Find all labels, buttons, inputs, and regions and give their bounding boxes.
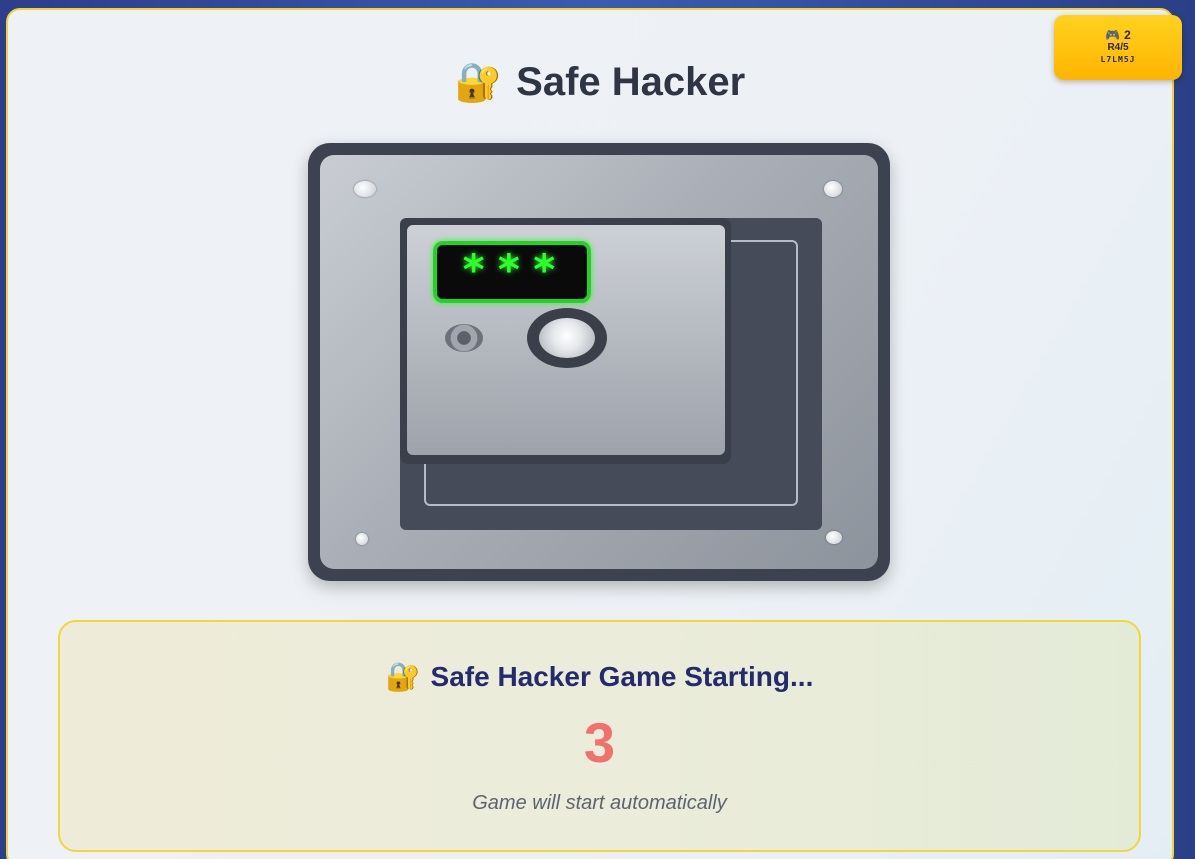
status-subtitle: Game will start automatically [472, 792, 727, 814]
status-panel: 🔐 Safe Hacker Game Starting... 3 Game wi… [58, 620, 1141, 852]
safe-face: *** [320, 155, 878, 569]
status-title-text: Safe Hacker Game Starting... [430, 660, 814, 692]
bolt-top-right [824, 181, 842, 197]
status-title: 🔐 Safe Hacker Game Starting... [60, 660, 1139, 693]
safe-door-panel: *** [407, 225, 725, 455]
safe-dial[interactable] [527, 308, 607, 368]
game-controller-icon: 🎮 [1105, 28, 1121, 42]
page-title: 🔐 Safe Hacker [8, 60, 1172, 105]
lock-with-key-icon: 🔐 [385, 661, 421, 692]
countdown-number: 3 [583, 711, 616, 774]
bolt-top-left [354, 181, 376, 197]
game-card: 🔐 Safe Hacker *** 🔐 Safe Hacker Game Sta… [6, 8, 1174, 859]
room-badge[interactable]: 🎮 2 R4/5 L7LM5J [1054, 15, 1182, 80]
bolt-bottom-right [826, 531, 842, 544]
title-text: Safe Hacker [516, 60, 746, 104]
safe-door[interactable]: *** [400, 218, 731, 464]
code-display: *** [433, 241, 591, 303]
lock-with-key-icon: 🔐 [454, 61, 503, 104]
safe: *** [308, 143, 890, 581]
round-indicator: R4/5 [1107, 42, 1129, 53]
bolt-bottom-left [356, 533, 368, 545]
keyhole-knob[interactable] [445, 324, 483, 352]
player-count: 2 [1124, 28, 1131, 42]
room-code: L7LM5J [1100, 55, 1136, 64]
players-row: 🎮 2 [1105, 29, 1131, 42]
